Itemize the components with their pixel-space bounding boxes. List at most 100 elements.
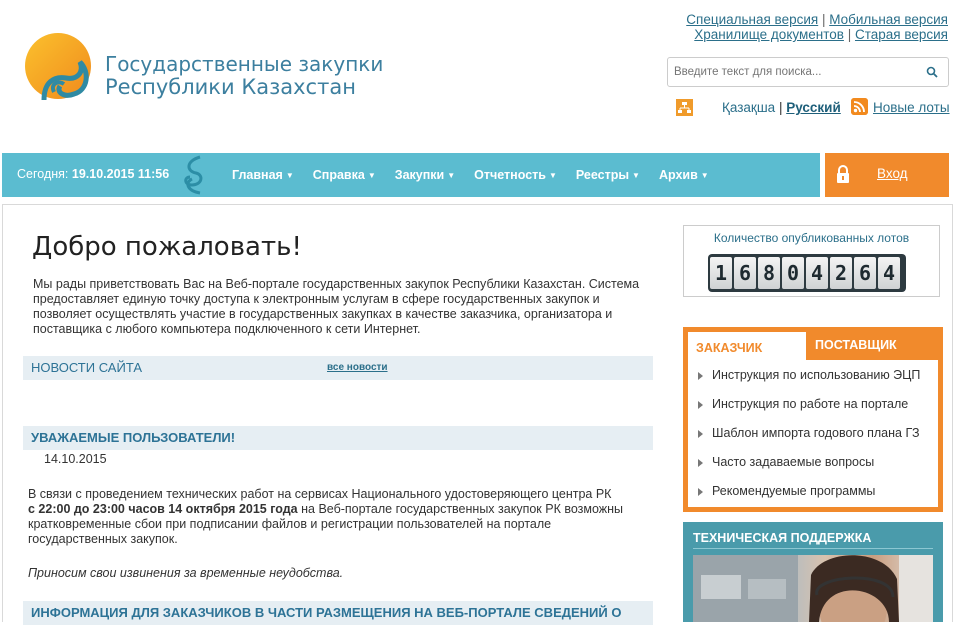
nav-item-label: Главная [232,168,283,182]
bullet-arrow-icon [698,430,703,438]
nav-item-label: Реестры [575,168,630,182]
nav-item-help[interactable]: Справка ▼ [313,153,376,197]
separator: | [821,12,826,27]
tab-supplier[interactable]: ПОСТАВЩИК [815,332,897,358]
list-item-label: Инструкция по работе на портале [712,397,909,411]
counter-digit: 0 [782,257,804,289]
nav-item-registries[interactable]: Реестры ▼ [576,153,640,197]
counter-digit: 6 [854,257,876,289]
lang-kazakh[interactable]: Қазақша [722,100,775,115]
language-row: Қазақша | Русский Новые лоты [676,98,956,118]
bullet-arrow-icon [698,488,703,496]
news-item-apology: Приносим свои извинения за временные неу… [28,566,344,580]
list-item[interactable]: Рекомендуемые программы [696,477,920,506]
counter-digit: 2 [830,257,852,289]
bullet-arrow-icon [698,459,703,467]
login-button[interactable]: Вход [825,153,949,197]
top-links: Специальная версия | Мобильная версия Хр… [686,12,948,42]
chevron-down-icon: ▼ [447,171,456,180]
chevron-down-icon: ▼ [367,171,376,180]
separator: | [778,100,783,115]
tech-support-title: ТЕХНИЧЕСКАЯ ПОДДЕРЖКА [693,531,872,545]
list-item-label: Шаблон импорта годового плана ГЗ [712,426,920,440]
lots-counter: Количество опубликованных лотов 1 6 8 0 … [683,225,940,297]
nav-item-archive[interactable]: Архив ▼ [659,153,709,197]
list-item[interactable]: Часто задаваемые вопросы [696,448,920,477]
nav-item-label: Справка [312,168,365,182]
news-item-header[interactable]: ИНФОРМАЦИЯ ДЛЯ ЗАКАЗЧИКОВ В ЧАСТИ РАЗМЕЩ… [23,601,653,625]
list-item[interactable]: Инструкция по работе на портале [696,390,920,419]
link-document-storage[interactable]: Хранилище документов [694,27,844,42]
login-label: Вход [877,166,908,181]
tech-support-box[interactable]: ТЕХНИЧЕСКАЯ ПОДДЕРЖКА [683,522,943,622]
ornament-icon [184,155,203,195]
logo-line2: Республики Казахстан [105,75,356,99]
rss-icon[interactable] [851,98,868,115]
news-section-title: НОВОСТИ САЙТА [31,360,143,375]
news-text-bold: с 22:00 до 23:00 часов 14 октября 2015 г… [28,502,298,516]
news-text-part: В связи с проведением технических работ … [28,487,612,501]
list-item-label: Рекомендуемые программы [712,484,876,498]
news-item-title: ИНФОРМАЦИЯ ДЛЯ ЗАКАЗЧИКОВ В ЧАСТИ РАЗМЕЩ… [31,605,622,620]
counter-digit: 1 [710,257,732,289]
chevron-down-icon: ▼ [285,171,294,180]
link-mobile-version[interactable]: Мобильная версия [829,12,948,27]
logo-text[interactable]: Государственные закупки Республики Казах… [105,53,383,99]
list-item-label: Инструкция по использованию ЭЦП [712,368,921,382]
nav-menu: Главная ▼ Справка ▼ Закупки ▼ Отчетность ▼ Р… [232,153,728,197]
news-item-title: УВАЖАЕМЫЕ ПОЛЬЗОВАТЕЛИ! [31,430,236,445]
news-section-header: НОВОСТИ САЙТА все новости [23,356,653,380]
role-tabs: ЗАКАЗЧИК ПОСТАВЩИК Инструкция по использ… [683,327,943,512]
tab-customer[interactable]: ЗАКАЗЧИК [688,332,806,360]
nav-item-reports[interactable]: Отчетность ▼ [474,153,557,197]
divider [693,548,933,549]
counter-digits: 1 6 8 0 4 2 6 4 [708,254,906,292]
page-header: Государственные закупки Республики Казах… [0,0,977,150]
today-date: Сегодня: 19.10.2015 11:56 [17,167,169,181]
new-lots-link[interactable]: Новые лоты [873,100,950,115]
tab-panel: Инструкция по использованию ЭЦП Инструкц… [688,360,938,507]
separator: | [847,27,852,42]
search-icon[interactable] [926,66,938,78]
counter-digit: 4 [806,257,828,289]
counter-digit: 4 [878,257,900,289]
nav-item-label: Закупки [394,168,445,182]
today-value: 19.10.2015 11:56 [71,167,170,181]
bullet-arrow-icon [698,401,703,409]
logo-line1: Государственные закупки [105,52,384,76]
search-input[interactable] [668,58,920,86]
nav-item-procurement[interactable]: Закупки ▼ [395,153,455,197]
news-item-text: В связи с проведением технических работ … [28,487,653,547]
chevron-down-icon: ▼ [632,171,640,180]
counter-digit: 6 [734,257,756,289]
news-item-date: 14.10.2015 [44,452,107,466]
customer-links: Инструкция по использованию ЭЦП Инструкц… [696,368,920,513]
logo-sun-icon [25,33,91,101]
support-photo-image [693,555,933,622]
list-item[interactable]: Шаблон импорта годового плана ГЗ [696,419,920,448]
link-special-version[interactable]: Специальная версия [686,12,818,27]
list-item[interactable]: Инструкция по использованию ЭЦП [696,361,920,390]
nav-item-label: Отчетность [474,168,546,182]
nav-item-label: Архив [658,168,698,182]
list-item-label: Часто задаваемые вопросы [712,455,875,469]
all-news-link[interactable]: все новости [327,356,388,380]
main-nav: Сегодня: 19.10.2015 11:56 Главная ▼ Справ… [2,153,820,197]
nav-item-main[interactable]: Главная ▼ [232,153,294,197]
intro-text: Мы рады приветствовать Вас на Веб-портал… [33,277,640,336]
today-label: Сегодня: [17,167,69,181]
search-box [667,57,949,87]
chevron-down-icon: ▼ [700,171,709,180]
link-old-version[interactable]: Старая версия [855,27,948,42]
counter-digit: 8 [758,257,780,289]
lang-russian[interactable]: Русский [786,100,841,115]
chevron-down-icon: ▼ [548,171,557,180]
page-title: Добро пожаловать! [32,232,302,262]
bullet-arrow-icon [698,372,703,380]
news-item-header[interactable]: УВАЖАЕМЫЕ ПОЛЬЗОВАТЕЛИ! [23,426,653,450]
support-photo [693,555,933,622]
sitemap-icon[interactable] [676,99,693,116]
lock-icon [837,165,849,183]
counter-title: Количество опубликованных лотов [713,231,910,245]
language-switch: Қазақша | Русский [722,100,841,115]
